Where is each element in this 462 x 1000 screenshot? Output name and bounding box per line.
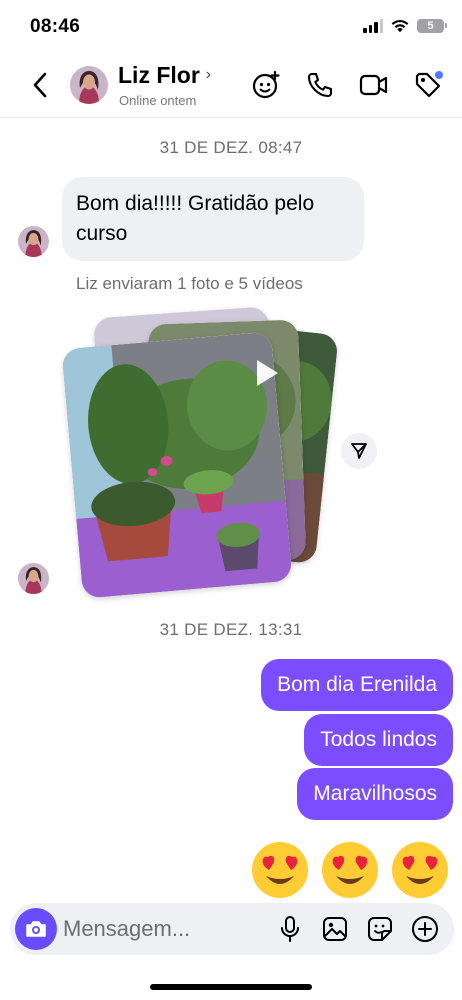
back-icon: [33, 72, 47, 98]
effects-icon: [252, 70, 280, 99]
heart-eyes-emoji-icon: [322, 842, 378, 898]
timestamp: 31 DE DEZ. 08:47: [159, 138, 303, 157]
message-composer: [10, 903, 454, 955]
outgoing-message-bubble[interactable]: Maravilhosos: [297, 768, 453, 820]
outgoing-message-bubble[interactable]: Todos lindos: [304, 714, 453, 766]
incoming-message-bubble[interactable]: Bom dia!!!!! Gratidão pelo curso: [62, 177, 364, 261]
effects-button[interactable]: [250, 69, 282, 101]
header-actions: [250, 69, 444, 101]
back-button[interactable]: [26, 70, 54, 100]
chat-header: Liz Flor › Online ontem: [0, 52, 462, 118]
image-icon: [323, 917, 347, 941]
battery-level: 5: [427, 19, 434, 32]
sticker-button[interactable]: [365, 914, 395, 944]
contact-status: Online ontem: [119, 93, 197, 108]
call-button[interactable]: [304, 69, 336, 101]
plus-circle-icon: [412, 916, 438, 942]
outgoing-message-bubble[interactable]: Bom dia Erenilda: [261, 659, 453, 711]
contact-name-link[interactable]: Liz Flor ›: [118, 62, 211, 89]
battery-icon: 5: [417, 18, 447, 33]
tag-button[interactable]: [412, 69, 444, 101]
emoji-message[interactable]: [250, 840, 450, 900]
send-icon: [351, 443, 367, 459]
contact-avatar[interactable]: [70, 66, 108, 104]
home-indicator: [150, 984, 312, 990]
message-input[interactable]: [63, 911, 263, 947]
more-button[interactable]: [410, 914, 440, 944]
video-call-button[interactable]: [358, 69, 390, 101]
heart-eyes-emoji-icon: [252, 842, 308, 898]
gallery-button[interactable]: [320, 914, 350, 944]
chevron-right-icon: ›: [205, 65, 212, 83]
media-stack[interactable]: [61, 300, 342, 600]
signal-icon: [363, 18, 383, 33]
video-icon: [359, 74, 388, 96]
voice-button[interactable]: [275, 914, 305, 944]
media-sent-info: Liz enviaram 1 foto e 5 vídeos: [76, 274, 303, 293]
phone-icon: [307, 72, 333, 98]
status-indicators: 5: [363, 18, 447, 33]
status-bar: 08:46 5: [0, 0, 462, 52]
camera-icon: [26, 921, 46, 937]
play-icon: [257, 360, 278, 386]
sender-avatar[interactable]: [18, 226, 49, 257]
contact-name: Liz Flor: [118, 62, 200, 88]
heart-eyes-emoji-icon: [392, 842, 448, 898]
notification-dot: [435, 71, 443, 79]
sticker-icon: [368, 917, 392, 941]
sender-avatar[interactable]: [18, 563, 49, 594]
status-time: 08:46: [30, 16, 81, 37]
wifi-icon: [391, 19, 409, 33]
share-button[interactable]: [341, 433, 377, 469]
microphone-icon: [281, 916, 299, 942]
timestamp: 31 DE DEZ. 13:31: [159, 620, 303, 639]
composer-actions: [275, 914, 440, 944]
camera-button[interactable]: [15, 908, 57, 950]
